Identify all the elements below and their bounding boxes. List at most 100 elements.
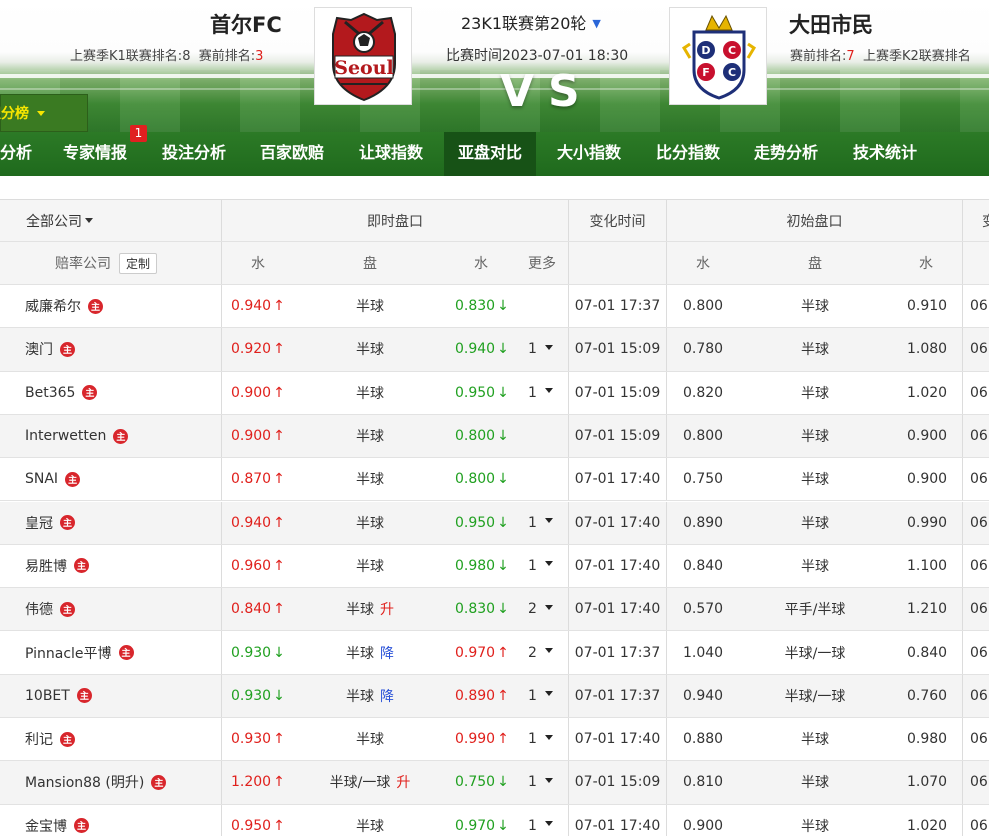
more-dropdown[interactable]: 1 (528, 502, 568, 544)
company-cell[interactable]: Pinnacle平博主 (25, 631, 220, 673)
nav-item-euro-odds[interactable]: 百家欧赔 (250, 132, 334, 176)
nav-item-expert[interactable]: 专家情报 (53, 132, 137, 176)
live-line[interactable]: 半球/一球升 (300, 761, 440, 803)
live-away-water[interactable]: 0.990 ↑ (455, 718, 525, 760)
company-cell[interactable]: 利记主 (25, 718, 220, 760)
company-name[interactable]: SNAI (25, 471, 58, 487)
initial-home-water: 0.820 (683, 384, 724, 401)
nav-item-score-odds[interactable]: 比分指数 (646, 132, 730, 176)
company-cell[interactable]: 皇冠主 (25, 502, 220, 544)
company-name[interactable]: Mansion88 (明升) (25, 772, 144, 792)
more-dropdown[interactable]: 1 (528, 545, 568, 587)
live-home-water[interactable]: 0.940 ↑ (231, 285, 301, 327)
company-cell[interactable]: 澳门主 (25, 328, 220, 370)
change-time: 07-01 15:09 (574, 341, 661, 358)
live-home-water[interactable]: 0.840 ↑ (231, 588, 301, 630)
home-team-name[interactable]: 首尔FC (210, 9, 282, 39)
initial-away-water: 1.080 (907, 341, 948, 358)
live-home-water[interactable]: 0.900 ↑ (231, 372, 301, 414)
company-cell[interactable]: Bet365 主 (25, 372, 220, 414)
live-away-water[interactable]: 0.890 ↑ (455, 675, 525, 717)
pitch-stripes (0, 70, 989, 132)
more-dropdown[interactable]: 1 (528, 372, 568, 414)
live-away-water[interactable]: 0.800 ↓ (455, 458, 525, 500)
company-name[interactable]: Interwetten (25, 428, 106, 444)
live-home-water[interactable]: 0.930 ↓ (231, 675, 301, 717)
live-line[interactable]: 半球 (300, 415, 440, 457)
live-line[interactable]: 半球 (300, 328, 440, 370)
company-name[interactable]: 皇冠 (25, 513, 53, 533)
away-team-name[interactable]: 大田市民 (789, 9, 873, 39)
company-cell[interactable]: 威廉希尔主 (25, 285, 220, 327)
company-name[interactable]: 澳门 (25, 339, 53, 359)
nav-item-asian-compare[interactable]: 亚盘对比 (444, 132, 537, 176)
live-home-water[interactable]: 1.200 ↑ (231, 761, 301, 803)
live-away-water[interactable]: 0.970 ↓ (455, 805, 525, 836)
live-away-water[interactable]: 0.980 ↓ (455, 545, 525, 587)
nav-item-analysis[interactable]: 分析 (0, 132, 40, 176)
live-away-water[interactable]: 0.830 ↓ (455, 588, 525, 630)
customize-button[interactable]: 定制 (119, 252, 158, 274)
live-away-water[interactable]: 0.750 ↓ (455, 761, 525, 803)
standings-dropdown[interactable]: 积分榜 (0, 94, 88, 132)
live-home-water[interactable]: 0.900 ↑ (231, 415, 301, 457)
live-away-water[interactable]: 0.800 ↓ (455, 415, 525, 457)
company-cell[interactable]: 伟德主 (25, 588, 220, 630)
live-home-water[interactable]: 0.930 ↓ (231, 631, 301, 673)
live-home-water[interactable]: 0.950 ↑ (231, 805, 301, 836)
live-line[interactable]: 半球 (300, 372, 440, 414)
company-cell[interactable]: 金宝博主 (25, 805, 220, 836)
live-away-water[interactable]: 0.940 ↓ (455, 328, 525, 370)
live-away-water[interactable]: 0.830 ↓ (455, 285, 525, 327)
live-home-water[interactable]: 0.920 ↑ (231, 328, 301, 370)
nav-item-trend[interactable]: 走势分析 (744, 132, 828, 176)
more-dropdown[interactable]: 2 (528, 588, 568, 630)
nav-item-handicap[interactable]: 让球指数 (349, 132, 433, 176)
home-team-logo[interactable]: Seoul (314, 7, 412, 105)
company-name[interactable]: 伟德 (25, 599, 53, 619)
company-filter[interactable]: 全部公司 (26, 200, 216, 241)
live-line[interactable]: 半球降 (300, 631, 440, 673)
live-home-water[interactable]: 0.960 ↑ (231, 545, 301, 587)
column-divider (962, 588, 963, 631)
company-name[interactable]: Bet365 (25, 385, 75, 401)
round-selector[interactable]: 23K1联赛第20轮 ▼ (461, 10, 601, 34)
more-dropdown[interactable]: 1 (528, 805, 568, 836)
live-line[interactable]: 半球 (300, 285, 440, 327)
company-name[interactable]: 威廉希尔 (25, 296, 81, 316)
live-home-water[interactable]: 0.930 ↑ (231, 718, 301, 760)
company-name[interactable]: Pinnacle平博 (25, 643, 112, 663)
live-line[interactable]: 半球 (300, 718, 440, 760)
live-home-water[interactable]: 0.870 ↑ (231, 458, 301, 500)
more-dropdown[interactable]: 1 (528, 761, 568, 803)
company-cell[interactable]: Interwetten 主 (25, 415, 220, 457)
company-name[interactable]: 易胜博 (25, 556, 67, 576)
live-line[interactable]: 半球 (300, 545, 440, 587)
nav-item-tech-stats[interactable]: 技术统计 (843, 132, 927, 176)
more-dropdown[interactable]: 1 (528, 718, 568, 760)
company-cell[interactable]: 10BET 主 (25, 675, 220, 717)
company-name[interactable]: 利记 (25, 729, 53, 749)
live-away-water[interactable]: 0.950 ↓ (455, 372, 525, 414)
live-line[interactable]: 半球降 (300, 675, 440, 717)
last-change-time: 06 (970, 384, 988, 401)
away-team-logo[interactable]: D C F C (669, 7, 767, 105)
table-row: 利记主 0.930 ↑ 半球 0.990 ↑ 1 07-01 17:40 0.880 半球 0.98… (0, 718, 989, 762)
live-away-water[interactable]: 0.970 ↑ (455, 631, 525, 673)
nav-item-betting[interactable]: 投注分析 (152, 132, 236, 176)
company-cell[interactable]: SNAI 主 (25, 458, 220, 500)
more-dropdown[interactable]: 1 (528, 328, 568, 370)
more-dropdown[interactable]: 2 (528, 631, 568, 673)
live-home-water[interactable]: 0.940 ↑ (231, 502, 301, 544)
live-line[interactable]: 半球 (300, 805, 440, 836)
live-line[interactable]: 半球 (300, 458, 440, 500)
live-line[interactable]: 半球 (300, 502, 440, 544)
company-cell[interactable]: Mansion88 (明升) 主 (25, 761, 220, 803)
live-away-water[interactable]: 0.950 ↓ (455, 502, 525, 544)
company-name[interactable]: 10BET (25, 688, 70, 704)
company-cell[interactable]: 易胜博主 (25, 545, 220, 587)
nav-item-over-under[interactable]: 大小指数 (547, 132, 631, 176)
live-line[interactable]: 半球升 (300, 588, 440, 630)
company-name[interactable]: 金宝博 (25, 816, 67, 836)
more-dropdown[interactable]: 1 (528, 675, 568, 717)
